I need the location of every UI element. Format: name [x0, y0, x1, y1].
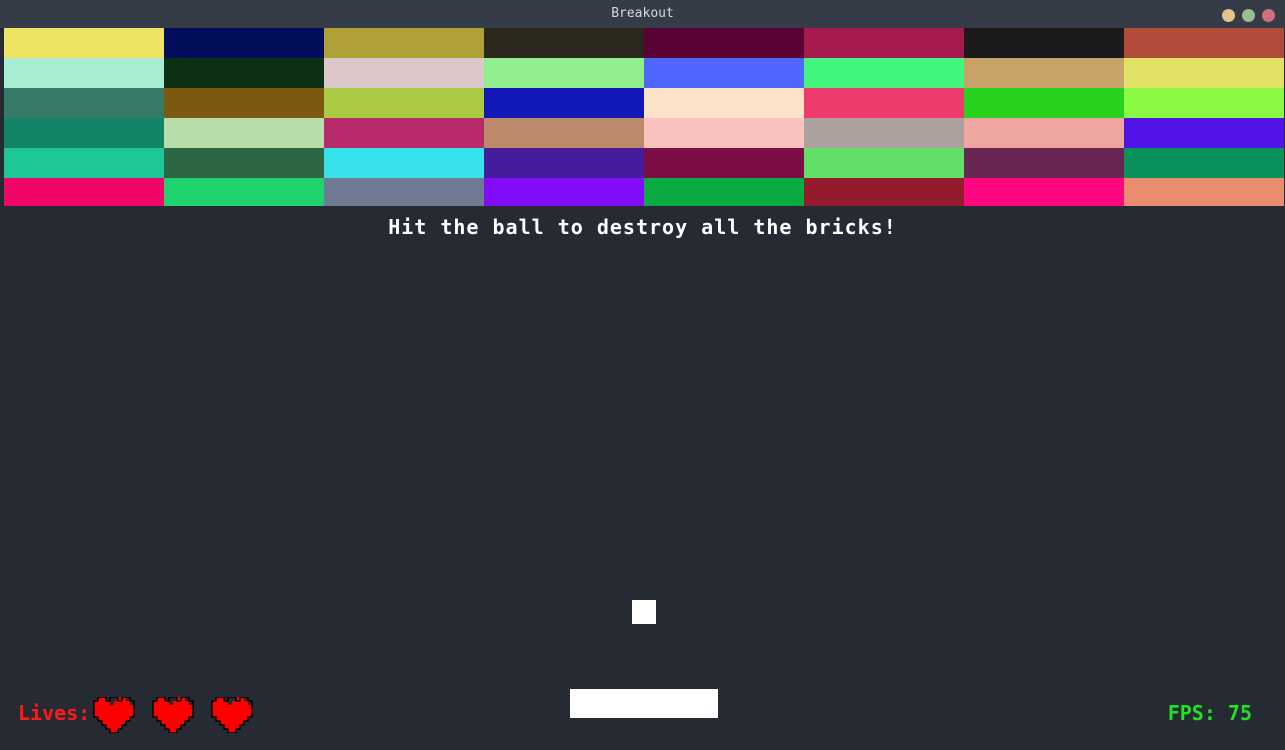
brick — [644, 58, 804, 88]
brick — [4, 148, 164, 178]
ball — [632, 600, 656, 624]
brick — [964, 148, 1124, 178]
brick — [964, 118, 1124, 148]
heart-icon — [93, 697, 135, 733]
brick — [804, 148, 964, 178]
paddle[interactable] — [570, 689, 718, 718]
brick — [804, 88, 964, 118]
brick — [964, 28, 1124, 58]
minimize-button[interactable] — [1222, 9, 1235, 22]
brick — [804, 178, 964, 206]
brick — [644, 148, 804, 178]
brick — [4, 178, 164, 206]
brick — [324, 178, 484, 206]
brick — [1124, 28, 1284, 58]
close-button[interactable] — [1262, 9, 1275, 22]
brick — [1124, 58, 1284, 88]
brick — [484, 148, 644, 178]
brick — [484, 88, 644, 118]
brick — [324, 58, 484, 88]
brick — [4, 88, 164, 118]
maximize-button[interactable] — [1242, 9, 1255, 22]
brick — [484, 118, 644, 148]
brick — [804, 58, 964, 88]
brick — [4, 58, 164, 88]
brick — [324, 118, 484, 148]
brick — [644, 28, 804, 58]
brick — [324, 88, 484, 118]
brick — [4, 28, 164, 58]
brick — [324, 148, 484, 178]
brick — [484, 28, 644, 58]
brick — [164, 148, 324, 178]
fps-counter: FPS: 75 — [1167, 701, 1252, 725]
brick — [164, 28, 324, 58]
brick — [964, 88, 1124, 118]
brick — [1124, 178, 1284, 206]
instruction-message: Hit the ball to destroy all the bricks! — [388, 215, 897, 239]
brick — [964, 58, 1124, 88]
brick — [644, 118, 804, 148]
game-window: Breakout Hit the ball to destroy all the… — [0, 0, 1285, 750]
brick — [804, 28, 964, 58]
brick — [644, 178, 804, 206]
brick — [1124, 88, 1284, 118]
heart-icon — [152, 697, 194, 733]
brick — [484, 178, 644, 206]
lives-label: Lives: — [18, 701, 91, 725]
title-bar[interactable]: Breakout — [0, 0, 1285, 28]
brick — [484, 58, 644, 88]
brick — [4, 118, 164, 148]
brick — [164, 58, 324, 88]
brick-wall — [4, 28, 1284, 206]
brick — [804, 118, 964, 148]
brick — [964, 178, 1124, 206]
brick — [1124, 148, 1284, 178]
brick — [324, 28, 484, 58]
brick — [164, 178, 324, 206]
brick — [164, 118, 324, 148]
window-title: Breakout — [611, 6, 674, 21]
brick — [1124, 118, 1284, 148]
heart-icon — [211, 697, 253, 733]
brick — [644, 88, 804, 118]
brick — [164, 88, 324, 118]
